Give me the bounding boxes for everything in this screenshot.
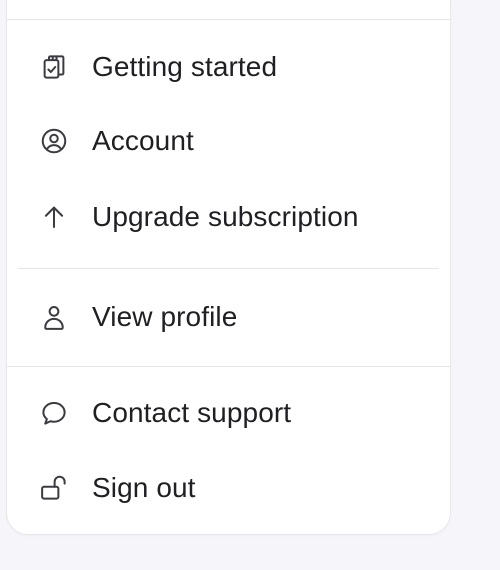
menu-item-sign-out[interactable]: Sign out bbox=[6, 460, 451, 516]
menu-item-label: Contact support bbox=[92, 397, 292, 428]
clipboard-check-icon bbox=[39, 52, 69, 82]
menu-item-label: Upgrade subscription bbox=[92, 201, 359, 232]
menu-item-label: Sign out bbox=[92, 472, 196, 503]
menu-item-label: Getting started bbox=[92, 51, 278, 82]
arrow-up-icon bbox=[39, 202, 69, 232]
user-circle-icon bbox=[39, 126, 69, 156]
menu-item-label: View profile bbox=[92, 301, 238, 332]
menu-item-getting-started[interactable]: Getting started bbox=[6, 39, 451, 95]
menu-top-divider bbox=[6, 19, 451, 20]
menu-item-account[interactable]: Account bbox=[6, 113, 451, 169]
menu-divider bbox=[6, 366, 451, 367]
user-icon bbox=[39, 302, 69, 332]
menu-item-upgrade-subscription[interactable]: Upgrade subscription bbox=[6, 189, 451, 245]
menu-item-label: Account bbox=[92, 125, 194, 156]
unlock-icon bbox=[39, 473, 69, 503]
chat-bubble-icon bbox=[39, 398, 69, 428]
menu-item-contact-support[interactable]: Contact support bbox=[6, 385, 451, 441]
menu-divider bbox=[18, 268, 439, 269]
menu-item-view-profile[interactable]: View profile bbox=[6, 289, 451, 345]
